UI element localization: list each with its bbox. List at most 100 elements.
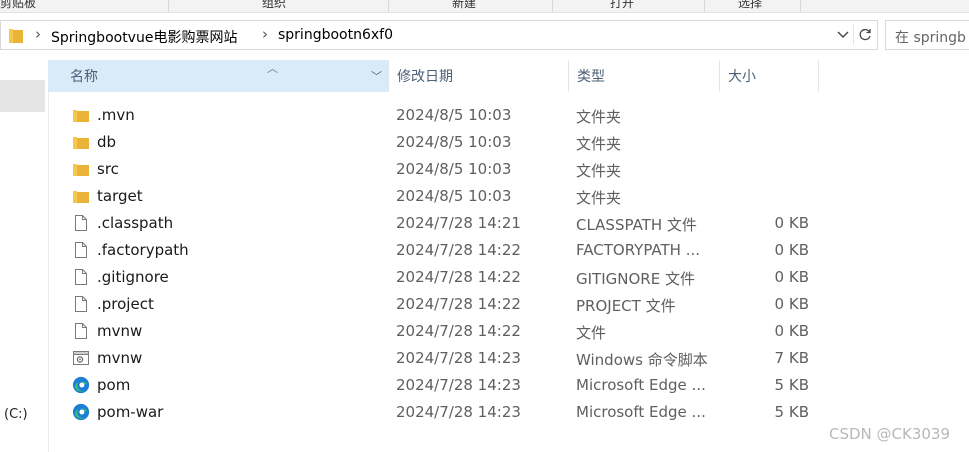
- file-icon: [75, 296, 87, 312]
- file-name: pom: [97, 376, 131, 394]
- column-header-size-label: 大小: [728, 69, 756, 85]
- search-input[interactable]: 在 springb: [885, 20, 969, 50]
- file-date: 2024/8/5 10:03: [396, 160, 512, 178]
- ribbon-separator: [704, 0, 705, 12]
- breadcrumb-item[interactable]: Springbootvue电影购票网站: [51, 27, 237, 47]
- file-type: CLASSPATH 文件: [576, 216, 697, 234]
- file-type: GITIGNORE 文件: [576, 270, 695, 288]
- chevron-down-icon[interactable]: [833, 26, 853, 44]
- column-filter-chevron-icon[interactable]: ﹀: [371, 68, 382, 84]
- ribbon-group-open: 打开: [610, 0, 635, 10]
- file-row[interactable]: .factorypath 2024/7/28 14:22 FACTORYPATH…: [48, 237, 969, 264]
- file-date: 2024/7/28 14:23: [396, 376, 521, 394]
- edge-icon: [72, 376, 90, 394]
- refresh-icon[interactable]: [853, 25, 876, 45]
- file-name: pom-war: [97, 403, 164, 421]
- ribbon-group-select: 选择: [738, 0, 763, 10]
- file-name: target: [97, 187, 143, 205]
- file-type: Microsoft Edge ...: [576, 376, 706, 394]
- file-row[interactable]: .mvn 2024/8/5 10:03 文件夹: [48, 102, 969, 129]
- file-row[interactable]: pom 2024/7/28 14:23 Microsoft Edge ... 5…: [48, 372, 969, 399]
- file-size: 0 KB: [774, 295, 809, 313]
- column-header-name-label: 名称: [70, 69, 98, 85]
- column-header-date-label: 修改日期: [397, 69, 453, 85]
- ribbon-group-new: 新建: [452, 0, 477, 10]
- file-row[interactable]: .project 2024/7/28 14:22 PROJECT 文件 0 KB: [48, 291, 969, 318]
- file-name: .project: [97, 295, 154, 313]
- nav-selected-item[interactable]: [0, 80, 45, 112]
- ribbon-group-clipboard: 剪贴板: [0, 0, 37, 10]
- column-header-date[interactable]: 修改日期: [389, 60, 568, 92]
- file-size: 0 KB: [774, 241, 809, 259]
- file-size: 0 KB: [774, 268, 809, 286]
- edge-icon: [72, 403, 90, 421]
- file-type: PROJECT 文件: [576, 297, 676, 315]
- file-date: 2024/7/28 14:23: [396, 403, 521, 421]
- folder-icon: [73, 164, 89, 176]
- column-header-type[interactable]: 类型: [569, 60, 719, 92]
- ribbon-group-organize: 组织: [262, 0, 287, 10]
- file-row[interactable]: mvnw 2024/7/28 14:23 Windows 命令脚本 7 KB: [48, 345, 969, 372]
- file-type: 文件夹: [576, 162, 622, 180]
- file-icon: [75, 215, 87, 231]
- search-placeholder: 在 springb: [895, 30, 966, 46]
- breadcrumb-item[interactable]: springbootn6xf0: [278, 27, 393, 43]
- file-icon: [75, 242, 87, 258]
- file-row[interactable]: .gitignore 2024/7/28 14:22 GITIGNORE 文件 …: [48, 264, 969, 291]
- file-name: db: [97, 133, 117, 151]
- watermark: CSDN @CK3039: [829, 425, 951, 443]
- file-row[interactable]: target 2024/8/5 10:03 文件夹: [48, 183, 969, 210]
- file-date: 2024/7/28 14:22: [396, 322, 521, 340]
- breadcrumb-chevron-icon[interactable]: ›: [262, 25, 268, 43]
- file-row[interactable]: .classpath 2024/7/28 14:21 CLASSPATH 文件 …: [48, 210, 969, 237]
- file-name: .classpath: [97, 214, 174, 232]
- file-date: 2024/8/5 10:03: [396, 187, 512, 205]
- file-name: mvnw: [97, 349, 143, 367]
- file-size: 5 KB: [774, 376, 809, 394]
- column-header-name[interactable]: 名称: [48, 60, 388, 92]
- file-size: 0 KB: [774, 214, 809, 232]
- file-date: 2024/7/28 14:22: [396, 295, 521, 313]
- address-bar[interactable]: › Springbootvue电影购票网站 › springbootn6xf0: [0, 20, 878, 50]
- file-date: 2024/7/28 14:22: [396, 268, 521, 286]
- column-header-row: 名称 ︿ ﹀ 修改日期 类型 大小: [48, 60, 969, 92]
- folder-icon: [73, 110, 89, 122]
- file-name: .mvn: [97, 106, 135, 124]
- file-type: 文件夹: [576, 108, 622, 126]
- file-size: 5 KB: [774, 403, 809, 421]
- file-date: 2024/7/28 14:23: [396, 349, 521, 367]
- file-icon: [75, 323, 87, 339]
- file-type: 文件: [576, 324, 607, 342]
- file-name: src: [97, 160, 119, 178]
- file-type: 文件夹: [576, 135, 622, 153]
- file-row[interactable]: pom-war 2024/7/28 14:23 Microsoft Edge .…: [48, 399, 969, 426]
- folder-icon: [9, 29, 23, 43]
- breadcrumb-chevron-icon[interactable]: ›: [35, 25, 41, 43]
- script-icon: [73, 351, 89, 365]
- file-row[interactable]: db 2024/8/5 10:03 文件夹: [48, 129, 969, 156]
- folder-icon: [73, 191, 89, 203]
- file-size: 7 KB: [774, 349, 809, 367]
- ribbon-separator: [388, 0, 389, 12]
- column-header-type-label: 类型: [577, 69, 605, 85]
- file-name: mvnw: [97, 322, 143, 340]
- file-name: .factorypath: [97, 241, 189, 259]
- file-row[interactable]: mvnw 2024/7/28 14:22 文件 0 KB: [48, 318, 969, 345]
- column-divider[interactable]: [818, 60, 819, 92]
- file-date: 2024/7/28 14:21: [396, 214, 521, 232]
- file-row[interactable]: src 2024/8/5 10:03 文件夹: [48, 156, 969, 183]
- column-header-size[interactable]: 大小: [720, 60, 818, 92]
- file-date: 2024/8/5 10:03: [396, 106, 512, 124]
- file-name: .gitignore: [97, 268, 169, 286]
- ribbon-separator: [552, 0, 553, 12]
- file-size: 0 KB: [774, 322, 809, 340]
- file-type: Windows 命令脚本: [576, 351, 708, 369]
- file-icon: [75, 269, 87, 285]
- file-type: 文件夹: [576, 189, 622, 207]
- ribbon-separator: [168, 0, 169, 12]
- file-type: Microsoft Edge ...: [576, 403, 706, 421]
- file-date: 2024/7/28 14:22: [396, 241, 521, 259]
- folder-icon: [73, 137, 89, 149]
- nav-drive-c[interactable]: (C:): [4, 407, 28, 422]
- file-type: FACTORYPATH ...: [576, 241, 701, 259]
